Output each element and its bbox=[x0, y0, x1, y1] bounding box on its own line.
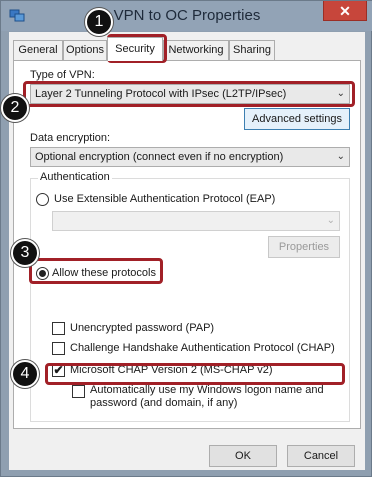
dialog-body: General Options Security Networking Shar… bbox=[9, 32, 365, 470]
allow-protocols-label[interactable]: Allow these protocols bbox=[52, 267, 156, 279]
eap-properties-button[interactable]: Properties bbox=[268, 236, 340, 258]
allow-protocols-radio[interactable] bbox=[36, 267, 49, 280]
eap-method-select[interactable]: ⌄ bbox=[52, 211, 340, 231]
chap-label[interactable]: Challenge Handshake Authentication Proto… bbox=[70, 342, 335, 354]
vpn-type-value: Layer 2 Tunneling Protocol with IPsec (L… bbox=[35, 88, 287, 100]
chap-checkbox[interactable] bbox=[52, 342, 65, 355]
step-badge-4: 4 bbox=[11, 360, 39, 388]
auto-logon-label-line2[interactable]: password (and domain, if any) bbox=[90, 397, 237, 409]
advanced-settings-button[interactable]: Advanced settings bbox=[244, 108, 350, 130]
data-encryption-value: Optional encryption (connect even if no … bbox=[35, 151, 284, 163]
tab-networking[interactable]: Networking bbox=[163, 40, 229, 60]
ok-button[interactable]: OK bbox=[209, 445, 277, 467]
chevron-down-icon: ⌄ bbox=[326, 215, 335, 226]
eap-radio[interactable] bbox=[36, 193, 49, 206]
radio-selected-dot bbox=[39, 270, 46, 277]
chevron-down-icon: ⌄ bbox=[336, 88, 345, 99]
authentication-group-title: Authentication bbox=[38, 171, 112, 183]
eap-label[interactable]: Use Extensible Authentication Protocol (… bbox=[54, 193, 275, 205]
tab-sharing[interactable]: Sharing bbox=[229, 40, 275, 60]
step-badge-2: 2 bbox=[1, 94, 29, 122]
auto-logon-checkbox[interactable] bbox=[72, 385, 85, 398]
tab-options[interactable]: Options bbox=[63, 40, 107, 60]
vpn-type-select[interactable]: Layer 2 Tunneling Protocol with IPsec (L… bbox=[30, 84, 350, 104]
step-badge-1: 1 bbox=[85, 8, 113, 36]
tab-security[interactable]: Security bbox=[107, 37, 163, 61]
mschapv2-label[interactable]: Microsoft CHAP Version 2 (MS-CHAP v2) bbox=[70, 364, 273, 376]
close-button[interactable]: ✕ bbox=[323, 1, 367, 21]
auto-logon-label-line1[interactable]: Automatically use my Windows logon name … bbox=[90, 384, 324, 396]
tab-general[interactable]: General bbox=[13, 40, 63, 60]
mschapv2-checkbox[interactable]: ✔ bbox=[52, 364, 65, 377]
cancel-button[interactable]: Cancel bbox=[287, 445, 355, 467]
pap-label[interactable]: Unencrypted password (PAP) bbox=[70, 322, 214, 334]
vpn-type-label: Type of VPN: bbox=[30, 69, 95, 81]
window-title: VPN to OC Properties bbox=[113, 7, 261, 24]
chevron-down-icon: ⌄ bbox=[336, 151, 345, 162]
step-badge-3: 3 bbox=[11, 239, 39, 267]
data-encryption-label: Data encryption: bbox=[30, 132, 111, 144]
security-tab-panel: Type of VPN: Layer 2 Tunneling Protocol … bbox=[13, 60, 361, 429]
pap-checkbox[interactable] bbox=[52, 322, 65, 335]
window-frame: VPN to OC Properties ✕ General Options S… bbox=[0, 0, 372, 477]
title-bar[interactable]: VPN to OC Properties ✕ bbox=[1, 1, 372, 31]
data-encryption-select[interactable]: Optional encryption (connect even if no … bbox=[30, 147, 350, 167]
